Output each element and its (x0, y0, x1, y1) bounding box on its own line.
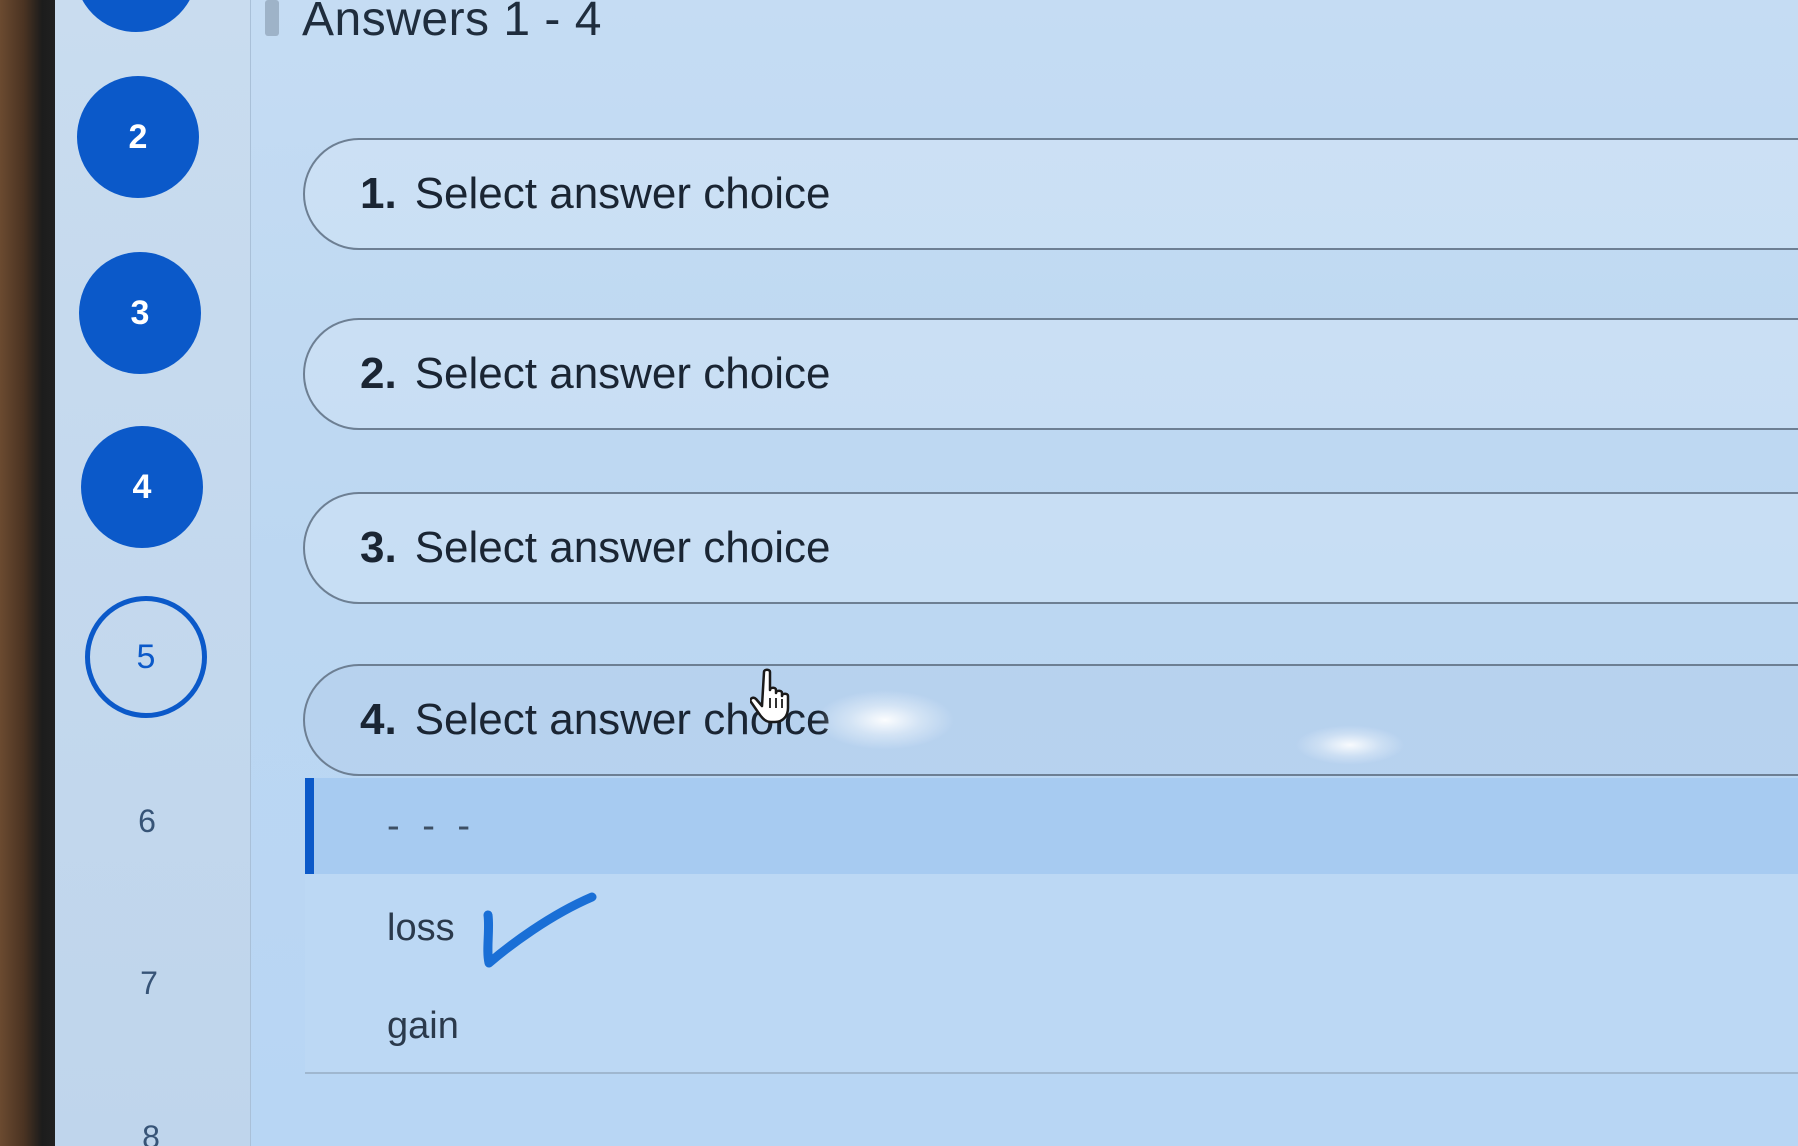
handwritten-checkmark-icon (483, 892, 597, 968)
answer-select-1[interactable]: 1. Select answer choice (303, 138, 1798, 250)
dropdown-option-gain[interactable]: gain (305, 978, 1798, 1074)
answer-select-2[interactable]: 2. Select answer choice (303, 318, 1798, 430)
answer-select-3[interactable]: 3. Select answer choice (303, 492, 1798, 604)
screen-glare (1295, 725, 1405, 765)
answer-select-4[interactable]: 4. Select answer choice (303, 664, 1798, 776)
hand-pointer-icon (750, 668, 790, 724)
answer-placeholder: Select answer choice (414, 169, 831, 218)
answer-number: 2. (360, 349, 397, 398)
answer-placeholder: Select answer choice (414, 349, 831, 398)
monitor-bezel (0, 0, 60, 1146)
dropdown-option-empty[interactable]: - - - (305, 778, 1798, 874)
answer-number: 1. (360, 169, 397, 218)
answer-placeholder: Select answer choice (414, 523, 831, 572)
screen-glare (815, 690, 955, 750)
answer-panel: Answers 1 - 4 1. Select answer choice 2.… (55, 0, 1798, 1146)
answer-number: 4. (360, 695, 397, 744)
answer-number: 3. (360, 523, 397, 572)
page-title: Answers 1 - 4 (302, 0, 602, 46)
screen: 2 3 4 5 6 7 8 Answers 1 - 4 1. Select an… (55, 0, 1798, 1146)
